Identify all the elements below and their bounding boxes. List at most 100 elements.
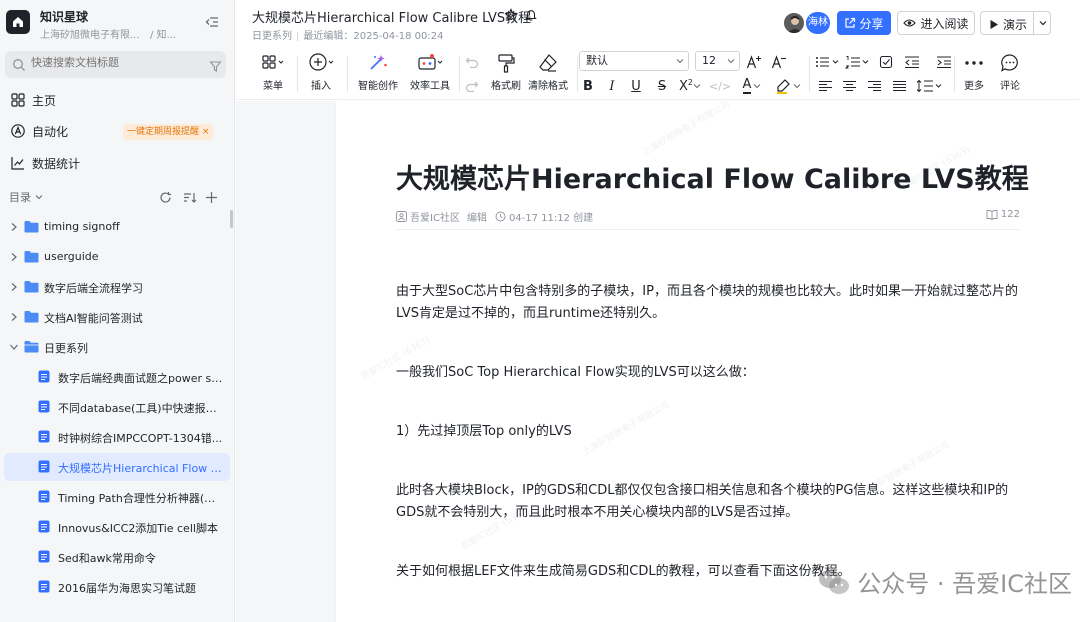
doc-header: 大规模芯片Hierarchical Flow Calibre LVS教程 日更系… [236, 0, 1080, 46]
share-button[interactable]: 分享 [837, 11, 891, 35]
folder-open-icon [24, 341, 39, 353]
code-icon[interactable]: </> [709, 76, 731, 96]
tree-folder[interactable]: timing signoff [4, 213, 230, 241]
search-input[interactable] [31, 56, 201, 69]
align-right-icon[interactable] [863, 76, 885, 96]
highlight-icon[interactable] [774, 76, 802, 96]
clear-format-button[interactable]: 清除格式 [526, 52, 570, 94]
font-size-value: 12 [702, 54, 716, 67]
app-window: 知识星球 上海矽旭微电子有限... / 知... 主页 [0, 0, 1080, 622]
font-color-icon[interactable]: A [739, 76, 765, 96]
menu-grid-icon [262, 55, 284, 69]
comment-button[interactable]: 评论 [996, 52, 1024, 94]
filter-icon[interactable] [209, 58, 222, 77]
numbered-list-icon[interactable] [844, 52, 872, 72]
collapse-sidebar-icon[interactable] [204, 14, 220, 30]
tree-folder-expanded[interactable]: 日更系列 [4, 333, 230, 361]
tree-doc[interactable]: Sed和awk常用命令 [4, 543, 230, 571]
tree-doc[interactable]: 时钟树综合IMPCCOPT-1304错... [4, 423, 230, 451]
chevron-down-icon[interactable] [1038, 18, 1048, 28]
chevron-right-icon[interactable] [9, 282, 19, 292]
avatar-name[interactable]: 海林 [806, 12, 830, 34]
document-page[interactable]: 上海矽旭微电子有限公司 吾爱IC社区 (6363) 吾爱IC社区 (6363) … [336, 101, 1080, 622]
tree-doc-label: Sed和awk常用命令 [58, 552, 156, 565]
eraser-icon [539, 54, 557, 72]
sort-icon[interactable] [183, 189, 197, 203]
efficiency-tools-button[interactable]: 效率工具 [408, 52, 452, 94]
star-icon[interactable] [504, 7, 518, 26]
ai-create-button[interactable]: 智能创作 [356, 52, 400, 94]
indent-icon[interactable] [933, 52, 955, 72]
ai-magic-icon [370, 55, 387, 70]
tree-doc[interactable]: Timing Path合理性分析神器(低... [4, 483, 230, 511]
reading-mode-button[interactable]: 进入阅读 [897, 11, 975, 35]
tree-doc[interactable]: 数字后端经典面试题之power sw... [4, 363, 230, 391]
tree-doc-active[interactable]: 大规模芯片Hierarchical Flow C... [4, 453, 230, 481]
chevron-down-icon [676, 59, 684, 64]
font-size-decrease-icon[interactable] [770, 52, 788, 72]
more-dots-icon [965, 61, 983, 65]
menu-button[interactable]: 菜单 [256, 52, 290, 94]
align-center-icon[interactable] [838, 76, 860, 96]
avatar[interactable] [783, 12, 805, 34]
font-size-increase-icon[interactable] [745, 52, 763, 72]
sidebar: 知识星球 上海矽旭微电子有限... / 知... 主页 [0, 0, 235, 622]
chevron-right-icon[interactable] [9, 222, 19, 232]
superscript-icon[interactable]: X2 [679, 76, 701, 96]
add-icon[interactable] [205, 189, 219, 203]
checklist-icon[interactable] [876, 52, 898, 72]
tree-folder[interactable]: userguide [4, 243, 230, 271]
nav-stats[interactable]: 数据统计 [0, 149, 234, 177]
bullet-list-icon[interactable] [814, 52, 842, 72]
paragraph[interactable]: 此时各大模块Block，IP的GDS和CDL都仅仅包含接口相关信息和各个模块的P… [396, 480, 1020, 524]
underline-icon[interactable]: U [628, 76, 644, 96]
align-left-icon[interactable] [814, 76, 836, 96]
tree-doc[interactable]: 2016届华为海思实习笔试题 [4, 573, 230, 601]
paragraph[interactable]: 1）先过掉顶层Top only的LVS [396, 421, 1020, 443]
breadcrumb-series[interactable]: 日更系列 [252, 31, 292, 42]
tree-doc-label: 时钟树综合IMPCCOPT-1304错... [58, 432, 223, 445]
strikethrough-icon[interactable]: S [654, 76, 670, 96]
workspace-name[interactable]: 知识星球 [40, 8, 88, 25]
tree-folder-label: timing signoff [44, 220, 120, 233]
bell-icon[interactable] [524, 7, 538, 26]
bold-icon[interactable]: B [580, 76, 596, 96]
justify-icon[interactable] [888, 76, 910, 96]
workspace-home-icon[interactable] [6, 10, 30, 34]
nav-home[interactable]: 主页 [0, 86, 234, 114]
document-title[interactable]: 大规模芯片Hierarchical Flow Calibre LVS教程 [396, 157, 1029, 196]
chevron-down-icon[interactable] [9, 342, 19, 352]
paragraph[interactable]: 由于大型SoC芯片中包含特别多的子模块，IP，而且各个模块的规模也比较大。此时如… [396, 281, 1020, 325]
font-family-value: 默认 [586, 54, 608, 67]
font-size-select[interactable]: 12 [695, 51, 740, 71]
clock-icon [495, 211, 506, 222]
document-author[interactable]: 吾爱IC社区 编辑 [396, 209, 487, 224]
chevron-right-icon[interactable] [9, 252, 19, 262]
italic-icon[interactable]: I [604, 76, 620, 96]
nav-automation-label: 自动化 [32, 125, 69, 139]
font-family-select[interactable]: 默认 [579, 51, 689, 71]
watermark-text: 上海矽旭微电子有限公司 [640, 101, 732, 158]
paragraph[interactable]: 一般我们SoC Top Hierarchical Flow实现的LVS可以这么做… [396, 362, 1020, 384]
weekly-reminder-tag[interactable]: 一键定期周报提醒 × [123, 124, 214, 140]
tree-folder[interactable]: 数字后端全流程学习 [4, 273, 230, 301]
format-painter-button[interactable]: 格式刷 [489, 52, 523, 94]
directory-toggle[interactable]: 目录 [9, 189, 43, 205]
insert-button[interactable]: 插入 [304, 52, 338, 94]
outdent-icon[interactable] [901, 52, 923, 72]
doc-header-title[interactable]: 大规模芯片Hierarchical Flow Calibre LVS教程 [252, 7, 531, 26]
doc-icon [38, 580, 50, 593]
tree-doc[interactable]: 不同database(工具)中快速报出... [4, 393, 230, 421]
undo-icon[interactable] [463, 52, 481, 72]
present-button[interactable]: 演示 [980, 11, 1051, 35]
sidebar-scrollbar[interactable] [230, 210, 233, 228]
search-box[interactable] [5, 51, 226, 78]
line-spacing-icon[interactable] [915, 76, 945, 96]
redo-icon[interactable] [463, 76, 481, 96]
more-button[interactable]: 更多 [960, 52, 988, 94]
chevron-right-icon[interactable] [9, 312, 19, 322]
tree-doc[interactable]: Innovus&ICC2添加Tie cell脚本 [4, 513, 230, 541]
tree-folder[interactable]: 文档AI智能问答测试 [4, 303, 230, 331]
refresh-icon[interactable] [159, 189, 173, 203]
nav-automation[interactable]: 自动化 一键定期周报提醒 × [0, 117, 234, 145]
